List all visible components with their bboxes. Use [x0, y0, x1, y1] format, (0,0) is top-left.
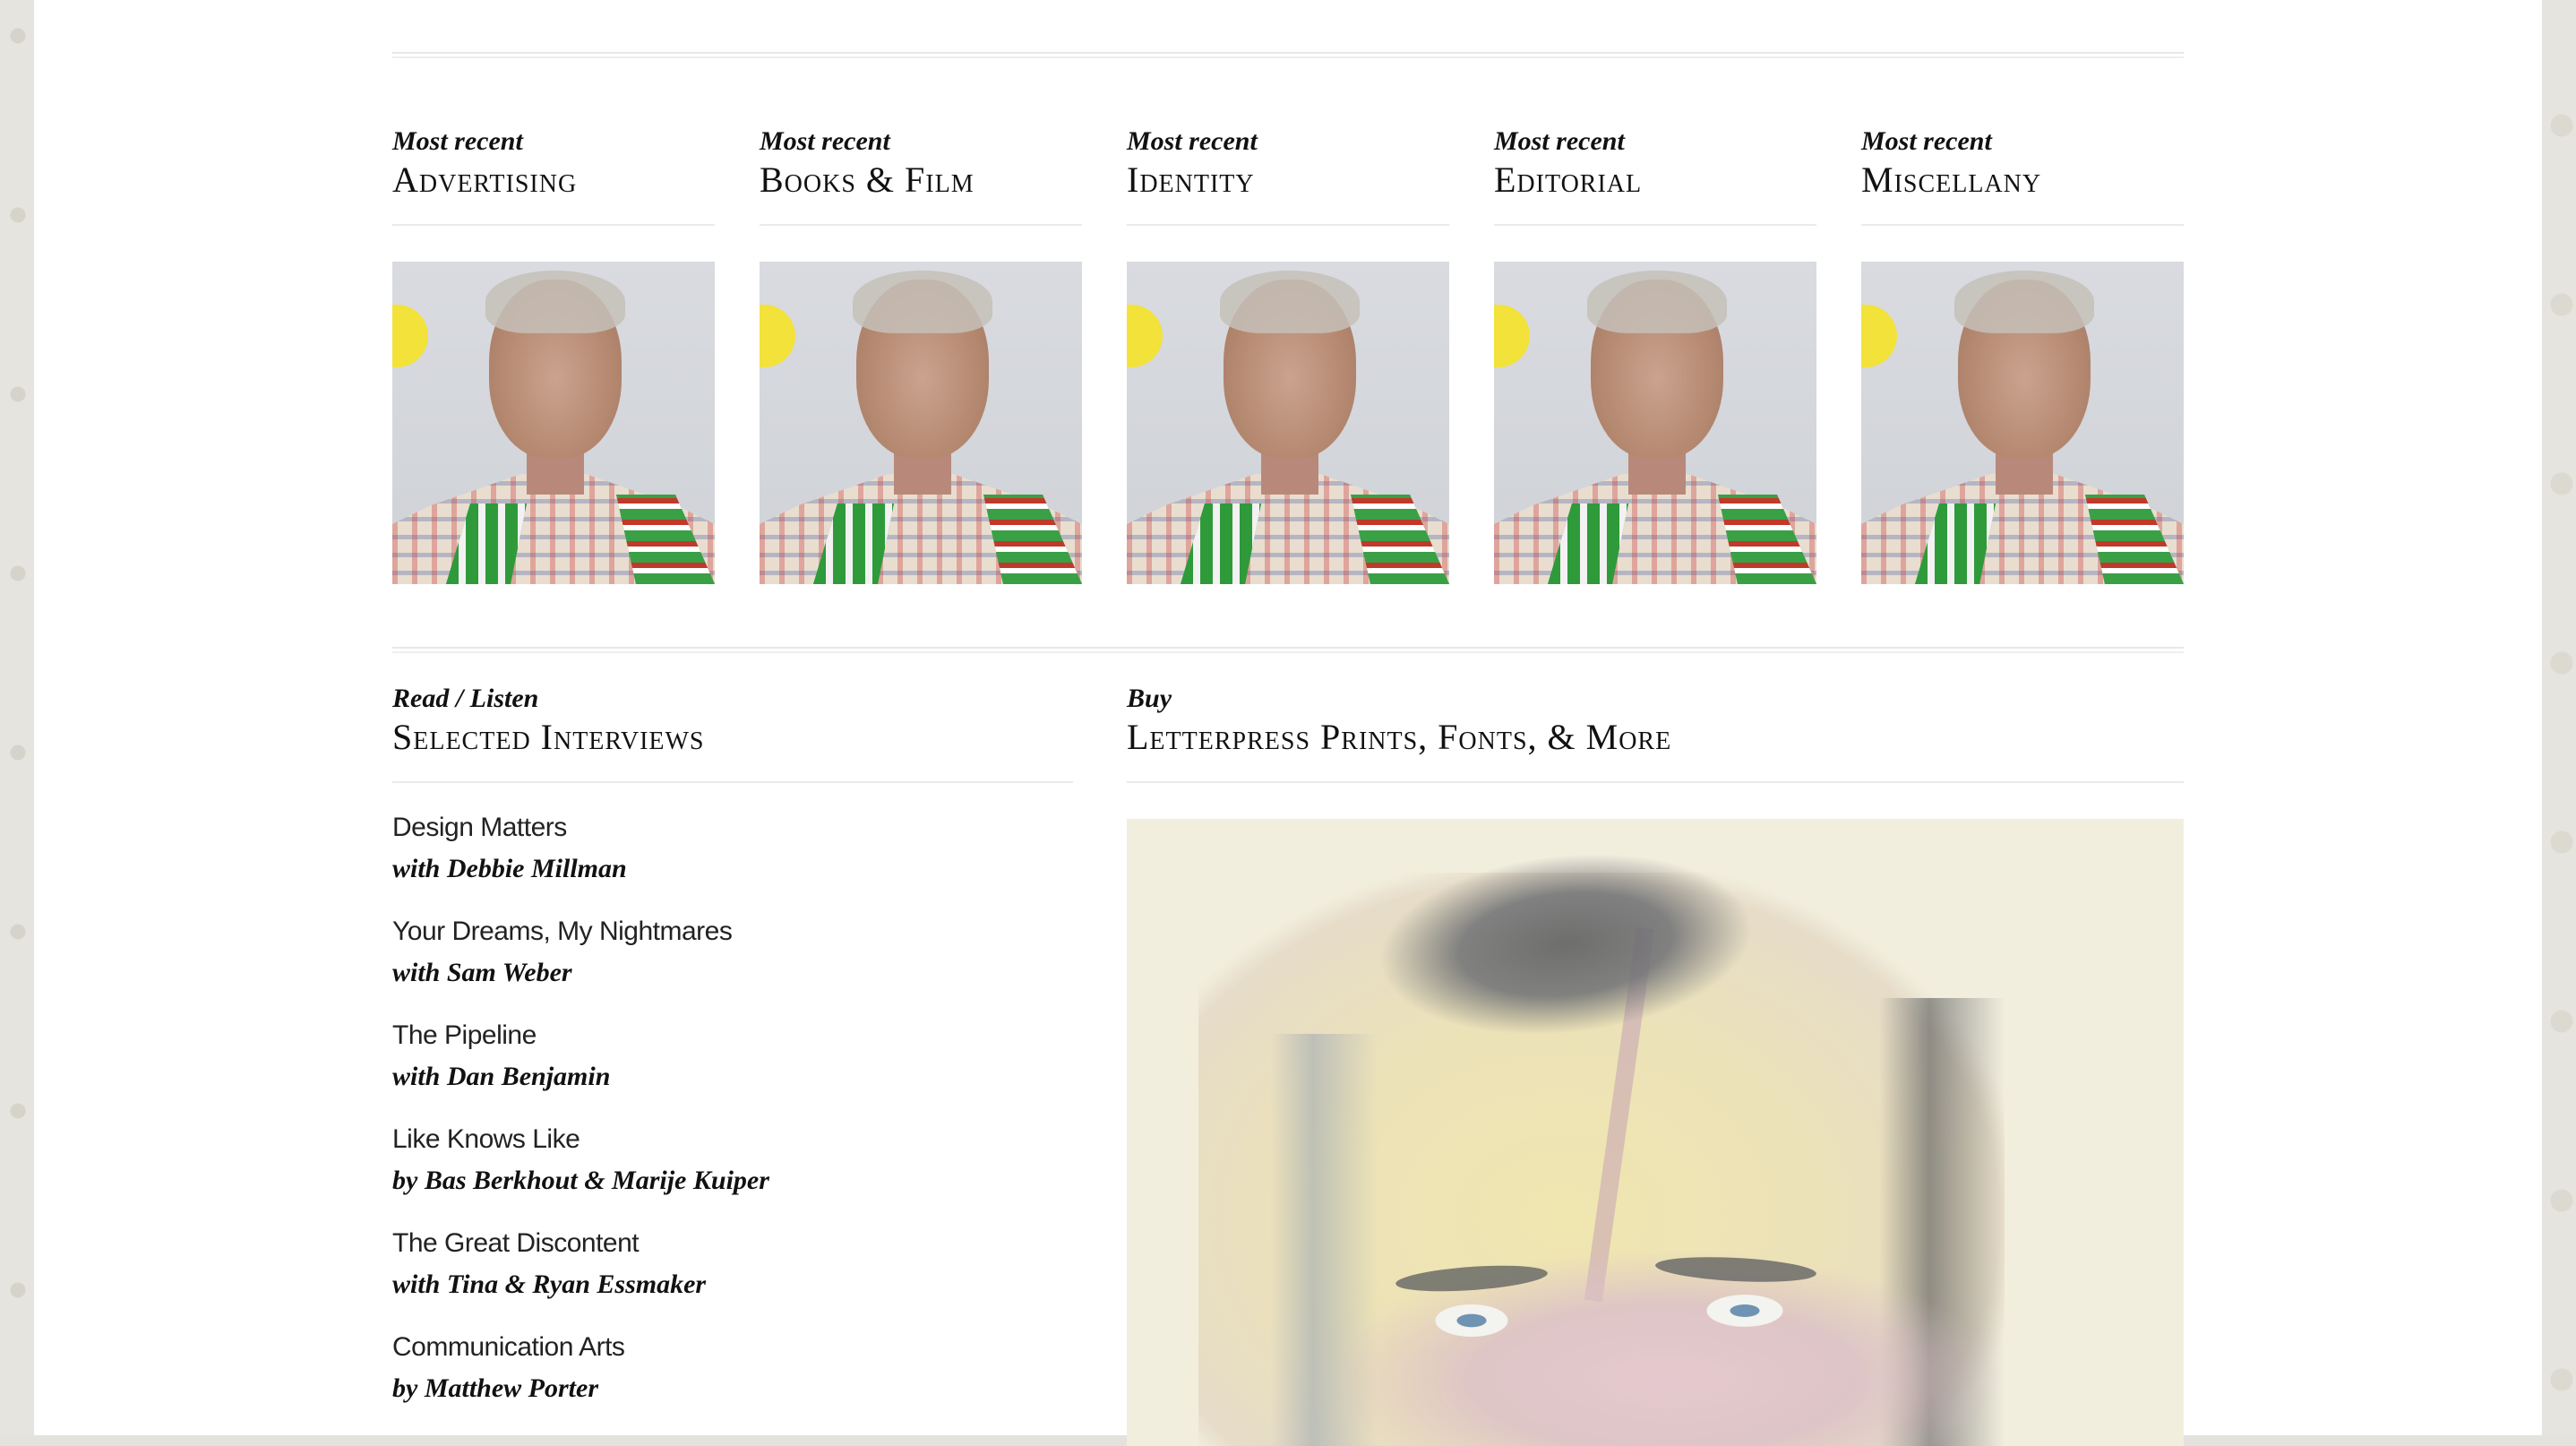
- category-title[interactable]: Advertising: [392, 159, 715, 201]
- category-divider: [1127, 224, 1449, 226]
- interview-item[interactable]: The Great Discontent with Tina & Ryan Es…: [392, 1226, 1073, 1303]
- portrait-thumbnail-miscellany[interactable]: [1861, 262, 2184, 584]
- category-books-film: Most recent Books & Film: [760, 125, 1082, 226]
- category-kicker: Most recent: [1861, 126, 1992, 156]
- interview-list: Design Matters with Debbie Millman Your …: [392, 810, 1073, 1407]
- category-kicker: Most recent: [1494, 126, 1625, 156]
- interview-byline: with Dan Benjamin: [392, 1062, 611, 1091]
- category-title[interactable]: Identity: [1127, 159, 1449, 201]
- section-title: Selected Interviews: [392, 717, 705, 757]
- interview-item[interactable]: The Pipeline with Dan Benjamin: [392, 1018, 1073, 1095]
- category-kicker: Most recent: [1127, 126, 1258, 156]
- shop-section: Buy Letterpress Prints, Fonts, & More: [1127, 683, 2184, 1446]
- interview-title[interactable]: Your Dreams, My Nightmares: [392, 914, 1073, 950]
- interview-byline: with Tina & Ryan Essmaker: [392, 1270, 707, 1299]
- category-divider: [392, 224, 715, 226]
- portrait-thumbnail-identity[interactable]: [1127, 262, 1449, 584]
- interview-byline: with Sam Weber: [392, 958, 572, 987]
- category-divider: [1494, 224, 1816, 226]
- section-heading-divider: [392, 781, 1073, 783]
- section-divider: [392, 647, 2184, 653]
- interview-item[interactable]: Like Knows Like by Bas Berkhout & Marije…: [392, 1122, 1073, 1199]
- interview-item[interactable]: Your Dreams, My Nightmares with Sam Webe…: [392, 914, 1073, 991]
- top-divider: [392, 52, 2184, 58]
- category-title[interactable]: Miscellany: [1861, 159, 2184, 201]
- interview-byline: with Debbie Millman: [392, 854, 627, 883]
- interview-byline: by Bas Berkhout & Marije Kuiper: [392, 1166, 769, 1195]
- category-advertising: Most recent Advertising: [392, 125, 715, 226]
- section-kicker: Read / Listen: [392, 684, 539, 713]
- section-kicker: Buy: [1127, 684, 1172, 713]
- interview-byline: by Matthew Porter: [392, 1373, 598, 1403]
- interview-item[interactable]: Design Matters with Debbie Millman: [392, 810, 1073, 887]
- category-miscellany: Most recent Miscellany: [1861, 125, 2184, 226]
- category-title[interactable]: Books & Film: [760, 159, 1082, 201]
- interview-item[interactable]: Communication Arts by Matthew Porter: [392, 1330, 1073, 1407]
- page-container: Most recent Advertising Most recent Book…: [34, 0, 2542, 1446]
- portrait-thumbnail-advertising[interactable]: [392, 262, 715, 584]
- interview-title[interactable]: Like Knows Like: [392, 1122, 1073, 1158]
- category-divider: [1861, 224, 2184, 226]
- category-kicker: Most recent: [392, 126, 523, 156]
- section-title[interactable]: Letterpress Prints, Fonts, & More: [1127, 717, 2184, 758]
- portrait-thumbnail-editorial[interactable]: [1494, 262, 1816, 584]
- interview-title[interactable]: The Pipeline: [392, 1018, 1073, 1054]
- content-wrapper: Most recent Advertising Most recent Book…: [392, 0, 2184, 1446]
- portrait-thumbnail-books-film[interactable]: [760, 262, 1082, 584]
- interviews-section: Read / Listen Selected Interviews Design…: [392, 683, 1073, 1433]
- interview-title[interactable]: The Great Discontent: [392, 1226, 1073, 1261]
- category-title[interactable]: Editorial: [1494, 159, 1816, 201]
- interview-title[interactable]: Communication Arts: [392, 1330, 1073, 1365]
- category-identity: Most recent Identity: [1127, 125, 1449, 226]
- category-kicker: Most recent: [760, 126, 890, 156]
- letterpress-print-image[interactable]: [1127, 819, 2184, 1446]
- section-heading-divider: [1127, 781, 2184, 783]
- category-editorial: Most recent Editorial: [1494, 125, 1816, 226]
- interview-title[interactable]: Design Matters: [392, 810, 1073, 846]
- category-divider: [760, 224, 1082, 226]
